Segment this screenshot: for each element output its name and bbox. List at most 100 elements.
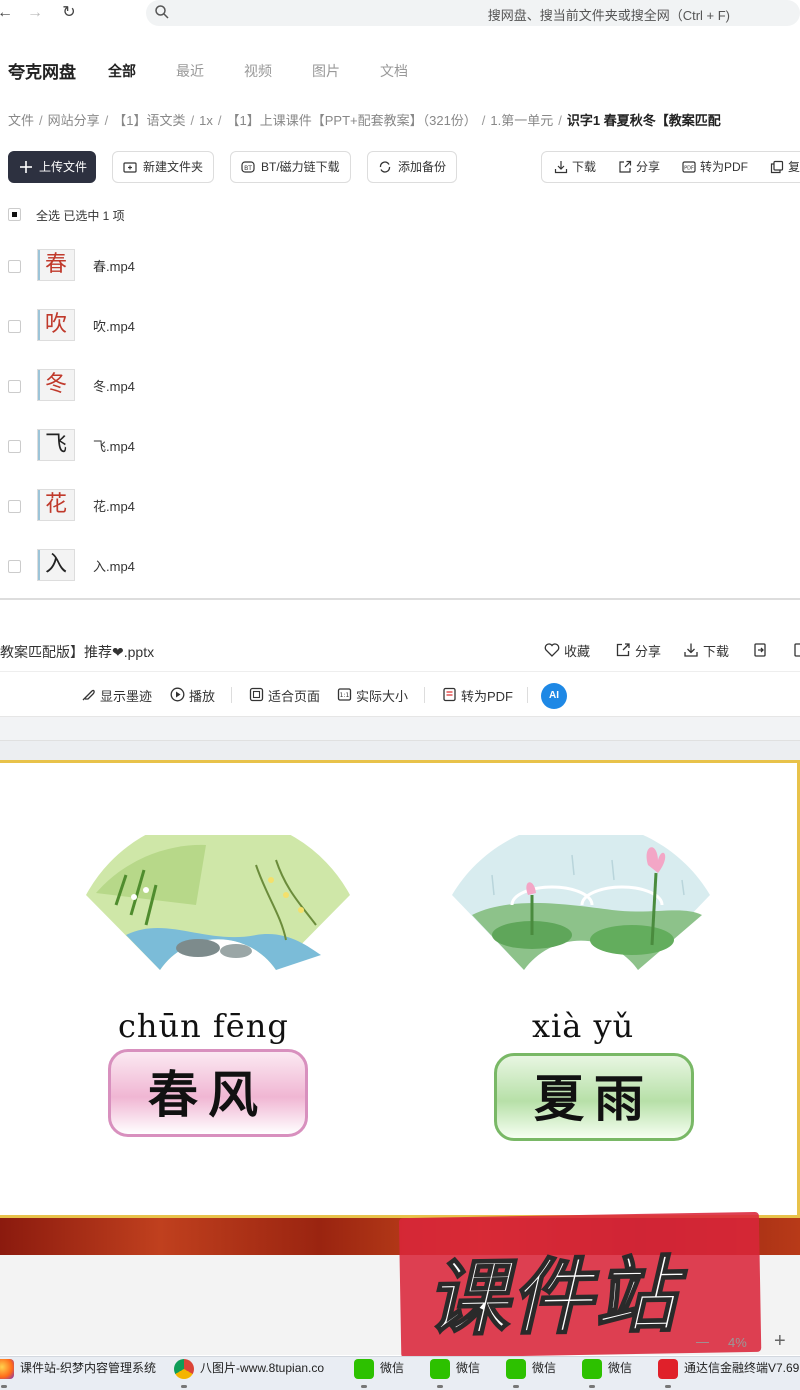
row-checkbox[interactable]: [8, 500, 21, 513]
breadcrumb-item[interactable]: 网站分享: [48, 110, 100, 129]
preview-download-button[interactable]: 下载: [683, 641, 729, 660]
action-toolbar: 上传文件 新建文件夹 BT BT/磁力链下载 添加备份 下载 分享 PDF 转为…: [8, 151, 800, 183]
breadcrumb-item[interactable]: 【1】语文类: [113, 110, 185, 129]
tab-document[interactable]: 文档: [380, 61, 408, 81]
file-row[interactable]: 冬 冬.mp4: [0, 356, 800, 416]
upload-button[interactable]: 上传文件: [8, 151, 96, 183]
show-ink-button[interactable]: 显示墨迹: [81, 686, 152, 705]
export-icon[interactable]: [752, 642, 768, 658]
download-button[interactable]: 下载: [552, 152, 596, 182]
taskbar-item[interactable]: 通达信金融终端V7.69: [654, 1357, 799, 1390]
tab-recent[interactable]: 最近: [176, 61, 204, 81]
download-label: 下载: [572, 160, 597, 174]
breadcrumb-item[interactable]: 文件: [8, 110, 34, 129]
browser-toolbar: ← → ↻ 搜网盘、搜当前文件夹或搜全网（Ctrl + F): [0, 0, 800, 28]
file-name[interactable]: 吹.mp4: [93, 316, 135, 335]
preview-download-label: 下载: [703, 644, 730, 659]
tab-all[interactable]: 全部: [108, 61, 136, 81]
breadcrumb-item[interactable]: 1x: [199, 113, 213, 128]
file-name[interactable]: 春.mp4: [93, 256, 135, 275]
file-row[interactable]: 入 入.mp4: [0, 536, 800, 596]
actual-size-button[interactable]: 1:1 实际大小: [337, 686, 408, 705]
breadcrumb-item[interactable]: 【1】上课课件【PPT+配套教案】（321份）: [227, 110, 477, 129]
file-name[interactable]: 花.mp4: [93, 496, 135, 515]
zoom-out-icon[interactable]: —: [696, 1334, 709, 1349]
taskbar-item[interactable]: 微信: [350, 1357, 404, 1390]
share-label: 分享: [636, 160, 661, 174]
breadcrumb-separator: /: [39, 113, 43, 128]
back-arrow-icon[interactable]: ←: [0, 2, 16, 24]
share-button[interactable]: 分享: [616, 152, 660, 182]
preview-share-label: 分享: [635, 644, 662, 659]
search-input[interactable]: 搜网盘、搜当前文件夹或搜全网（Ctrl + F): [146, 0, 800, 26]
play-label: 播放: [189, 689, 216, 704]
new-folder-button[interactable]: 新建文件夹: [112, 151, 214, 183]
add-backup-label: 添加备份: [398, 160, 447, 174]
bt-download-label: BT/磁力链下载: [261, 160, 340, 174]
preview-share-button[interactable]: 分享: [615, 641, 661, 660]
file-name[interactable]: 入.mp4: [93, 556, 135, 575]
file-row[interactable]: 花 花.mp4: [0, 476, 800, 536]
zoom-in-icon[interactable]: +: [774, 1330, 786, 1353]
taskbar-label: 通达信金融终端V7.69: [684, 1361, 800, 1375]
row-checkbox[interactable]: [8, 260, 21, 273]
video-thumbnail: 春: [37, 249, 75, 281]
tab-video[interactable]: 视频: [244, 61, 272, 81]
file-row[interactable]: 吹 吹.mp4: [0, 296, 800, 356]
taskbar-item[interactable]: 微信: [578, 1357, 632, 1390]
file-row[interactable]: 飞 飞.mp4: [0, 416, 800, 476]
breadcrumb-separator: /: [217, 113, 222, 128]
pdf-icon: PDF: [682, 161, 696, 173]
wechat-icon: [582, 1359, 602, 1379]
row-checkbox[interactable]: [8, 560, 21, 573]
reload-icon[interactable]: ↻: [58, 2, 80, 24]
sync-icon: [379, 161, 391, 173]
firefox-icon: [0, 1359, 14, 1379]
breadcrumb-item[interactable]: 1.第一单元: [490, 110, 553, 129]
taskbar-item[interactable]: 课件站-织梦内容管理系统: [0, 1357, 156, 1390]
word-card-xiayu: 夏雨: [494, 1053, 694, 1141]
plus-icon: [20, 161, 32, 173]
fit-page-button[interactable]: 适合页面: [249, 686, 320, 705]
video-thumbnail: 飞: [37, 429, 75, 461]
svg-text:1:1: 1:1: [340, 692, 350, 699]
preview-to-pdf-button[interactable]: 转为PDF: [442, 686, 513, 705]
folder-plus-icon: [123, 162, 137, 173]
tab-image[interactable]: 图片: [312, 61, 340, 81]
file-name[interactable]: 冬.mp4: [93, 376, 135, 395]
taskbar-label: 微信: [380, 1361, 405, 1375]
row-checkbox[interactable]: [8, 440, 21, 453]
row-checkbox[interactable]: [8, 380, 21, 393]
taskbar-item[interactable]: 微信: [502, 1357, 556, 1390]
file-name[interactable]: 飞.mp4: [93, 436, 135, 455]
svg-text:BT: BT: [244, 165, 252, 172]
pdf-icon: [443, 687, 456, 702]
bt-download-button[interactable]: BT BT/磁力链下载: [230, 151, 351, 183]
file-row[interactable]: 春 春.mp4: [0, 236, 800, 296]
copy-icon: [770, 160, 784, 174]
thumbnail-character: 飞: [44, 432, 67, 457]
taskbar-label: 课件站-织梦内容管理系统: [20, 1361, 156, 1375]
play-button[interactable]: 播放: [170, 686, 215, 705]
taskbar-label: 八图片-www.8tupian.co: [200, 1361, 325, 1375]
forward-arrow-icon[interactable]: →: [24, 2, 46, 24]
download-icon: [684, 643, 698, 657]
more-icon[interactable]: [794, 642, 800, 658]
toolbar-separator: [231, 687, 232, 703]
select-all-checkbox[interactable]: [8, 208, 21, 221]
thumbnail-character: 冬: [44, 372, 67, 397]
taskbar-item[interactable]: 微信: [426, 1357, 480, 1390]
selection-actions-group: 下载 分享 PDF 转为PDF 复: [541, 151, 800, 183]
wechat-icon: [430, 1359, 450, 1379]
collect-button[interactable]: 收藏: [544, 641, 590, 660]
new-folder-label: 新建文件夹: [143, 160, 204, 174]
ai-assistant-button[interactable]: AI: [541, 683, 567, 709]
thumbnail-character: 春: [44, 252, 67, 277]
to-pdf-button[interactable]: PDF 转为PDF: [680, 152, 748, 182]
thumbnail-character: 吹: [44, 312, 67, 337]
windows-taskbar: 课件站-织梦内容管理系统 八图片-www.8tupian.co 微信 微信 微信…: [0, 1356, 800, 1390]
row-checkbox[interactable]: [8, 320, 21, 333]
copy-button[interactable]: 复: [768, 152, 800, 182]
taskbar-item[interactable]: 八图片-www.8tupian.co: [170, 1357, 324, 1390]
add-backup-button[interactable]: 添加备份: [367, 151, 457, 183]
